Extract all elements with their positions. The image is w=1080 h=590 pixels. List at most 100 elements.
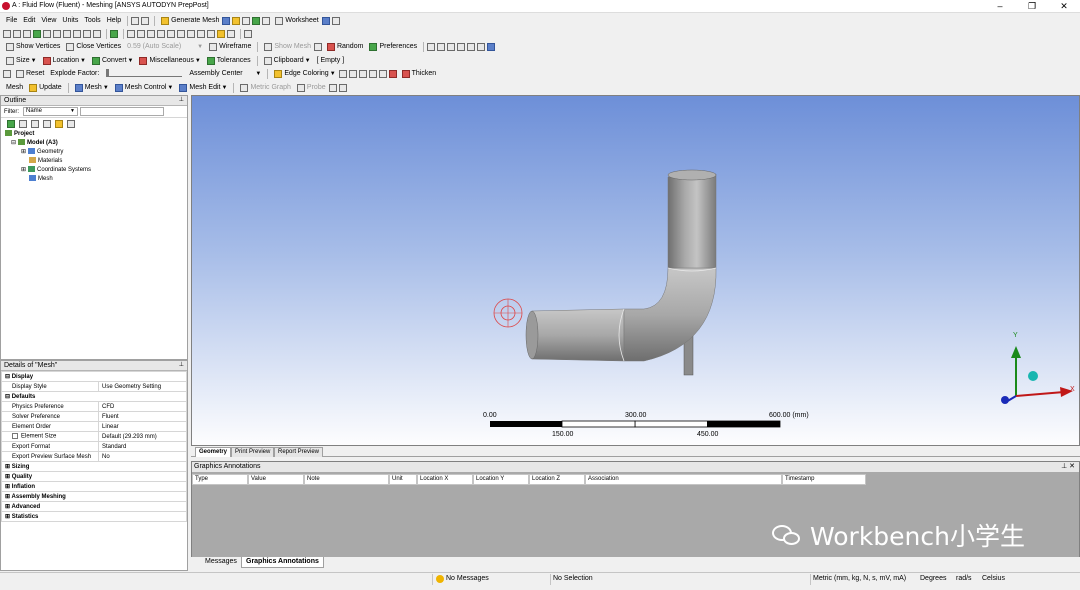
view-bottom-icon[interactable] — [477, 42, 486, 51]
tree-item-materials[interactable]: Materials — [5, 157, 187, 166]
select-type-icon[interactable] — [13, 29, 21, 38]
flag-icon[interactable] — [388, 69, 397, 78]
select-body-icon[interactable] — [63, 29, 71, 38]
explode-icon[interactable] — [3, 69, 11, 78]
previous-view-icon[interactable] — [187, 29, 195, 38]
edge-style-icon-5[interactable] — [378, 69, 387, 78]
export-format-value[interactable]: Standard — [98, 441, 187, 452]
auto-scale-dropdown[interactable]: 0.59 (Auto Scale) ▼ — [124, 41, 206, 53]
size-button[interactable]: Size ▼ — [3, 55, 40, 67]
location-button[interactable]: Location ▼ — [40, 55, 89, 67]
update-button[interactable]: Update — [26, 82, 65, 94]
select-element-icon[interactable] — [83, 29, 91, 38]
group-assembly-meshing[interactable]: ⊞ Assembly Meshing — [1, 491, 187, 502]
status-messages[interactable]: No Messages — [446, 575, 489, 582]
image-icon[interactable] — [252, 16, 261, 25]
tree-item-mesh[interactable]: Mesh — [5, 175, 187, 184]
select-edge-icon[interactable] — [43, 29, 51, 38]
view-back-icon[interactable] — [457, 42, 466, 51]
edge-style-icon-4[interactable] — [368, 69, 377, 78]
menu-view[interactable]: View — [38, 15, 59, 27]
menu-tools[interactable]: Tools — [81, 15, 103, 27]
minimize-button[interactable]: – — [984, 0, 1016, 13]
edge-style-icon-1[interactable] — [338, 69, 347, 78]
view-top-icon[interactable] — [467, 42, 476, 51]
viewport-layout-icon[interactable] — [244, 29, 252, 38]
sort-icon[interactable] — [67, 120, 75, 128]
tree-item-coordinate-systems[interactable]: ⊞ Coordinate Systems — [5, 166, 187, 175]
axes-icon[interactable] — [313, 42, 322, 51]
col-unit[interactable]: Unit — [389, 474, 417, 485]
col-type[interactable]: Type — [192, 474, 248, 485]
select-mode-icon[interactable] — [3, 29, 11, 38]
filter-dropdown[interactable]: Name ▼ — [23, 107, 78, 116]
tree-tool-icon-1[interactable] — [7, 120, 15, 128]
expand-all-icon[interactable] — [43, 120, 51, 128]
layout-grid-icon[interactable] — [328, 83, 337, 92]
print-icon[interactable] — [227, 29, 235, 38]
col-location-z[interactable]: Location Z — [529, 474, 585, 485]
menu-units[interactable]: Units — [59, 15, 81, 27]
select-cursor-icon[interactable] — [23, 29, 31, 38]
close-button[interactable]: ✕ — [1048, 0, 1080, 13]
element-size-value[interactable]: Default (29.293 mm) — [98, 431, 187, 442]
dots-icon[interactable] — [141, 16, 150, 25]
solver-pref-value[interactable]: Fluent — [98, 411, 187, 422]
col-note[interactable]: Note — [304, 474, 389, 485]
pin-icon[interactable]: ⊥ — [179, 96, 184, 105]
menu-file[interactable]: File — [3, 15, 20, 27]
close-vertices-button[interactable]: Close Vertices — [63, 41, 124, 53]
tree-tool-icon-5[interactable] — [55, 120, 63, 128]
tab-geometry[interactable]: Geometry — [195, 447, 232, 457]
rotate-icon[interactable] — [127, 29, 135, 38]
mesh-edit-dropdown[interactable]: Mesh Edit ▼ — [176, 82, 230, 94]
physics-pref-value[interactable]: CFD — [98, 401, 187, 412]
col-timestamp[interactable]: Timestamp — [782, 474, 866, 485]
assembly-center-dropdown[interactable]: Assembly Center ▼ — [186, 68, 264, 80]
view-front-icon[interactable] — [447, 42, 456, 51]
camera-icon[interactable] — [217, 29, 225, 38]
metric-graph-button[interactable]: Metric Graph — [237, 82, 293, 94]
display-options-icon[interactable] — [338, 83, 347, 92]
graphics-viewport[interactable]: 0.00 300.00 600.00 (mm) 150.00 450.00 Y … — [191, 95, 1080, 446]
col-location-x[interactable]: Location X — [417, 474, 473, 485]
tab-print-preview[interactable]: Print Preview — [231, 447, 275, 457]
group-display[interactable]: ⊟ Display — [1, 371, 187, 382]
magnify-icon[interactable] — [177, 29, 185, 38]
window-icon[interactable] — [131, 16, 140, 25]
details-pin-icon[interactable]: ⊥ — [179, 361, 184, 370]
col-value[interactable]: Value — [248, 474, 304, 485]
panel-controls-icon[interactable]: ⊥ ✕ — [1061, 462, 1075, 471]
select-vertex-icon[interactable] — [53, 29, 61, 38]
display-style-value[interactable]: Use Geometry Setting — [98, 381, 187, 392]
show-vertices-button[interactable]: Show Vertices — [3, 41, 63, 53]
show-mesh-button[interactable]: Show Mesh — [261, 41, 314, 53]
element-order-value[interactable]: Linear — [98, 421, 187, 432]
mesh-control-dropdown[interactable]: Mesh Control ▼ — [112, 82, 177, 94]
next-view-icon[interactable] — [197, 29, 205, 38]
edge-style-icon-3[interactable] — [358, 69, 367, 78]
tab-graphics-annotations[interactable]: Graphics Annotations — [241, 557, 324, 568]
tree-item-geometry[interactable]: ⊞ Geometry — [5, 148, 187, 157]
tolerances-button[interactable]: Tolerances — [204, 55, 254, 67]
zoom-fit-icon[interactable] — [167, 29, 175, 38]
explode-slider[interactable] — [106, 68, 183, 77]
iso-cube-icon[interactable] — [487, 42, 496, 51]
display-icon[interactable] — [110, 29, 118, 38]
box-zoom-icon[interactable] — [157, 29, 165, 38]
convert-button[interactable]: Convert ▼ — [89, 55, 136, 67]
group-inflation[interactable]: ⊞ Inflation — [1, 481, 187, 492]
generate-mesh-button[interactable]: Generate Mesh — [158, 15, 222, 27]
cursor-icon[interactable] — [321, 16, 330, 25]
thicken-button[interactable]: Thicken — [399, 68, 440, 80]
view-right-icon[interactable] — [437, 42, 446, 51]
group-advanced[interactable]: ⊞ Advanced — [1, 501, 187, 512]
menu-help[interactable]: Help — [104, 15, 124, 27]
text-icon[interactable] — [242, 16, 251, 25]
pan-icon[interactable] — [137, 29, 145, 38]
tree-item-model[interactable]: ⊟ Model (A3) — [5, 139, 187, 148]
status-rads[interactable]: rad/s — [956, 575, 972, 582]
miscellaneous-button[interactable]: Miscellaneous ▼ — [136, 55, 203, 67]
col-location-y[interactable]: Location Y — [473, 474, 529, 485]
folder-icon[interactable] — [232, 16, 241, 25]
